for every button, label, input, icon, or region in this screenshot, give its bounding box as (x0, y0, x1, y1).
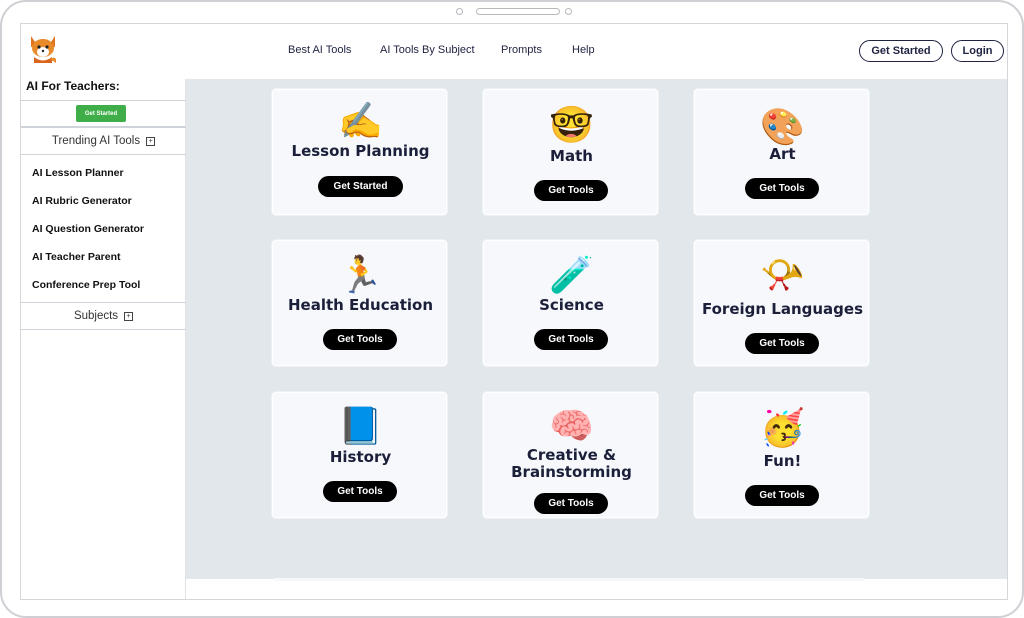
card-art[interactable]: 🎨 Art Get Tools (694, 89, 869, 215)
card-lesson-planning[interactable]: ✍️ Lesson Planning Get Started (272, 89, 447, 215)
card-math[interactable]: 🤓 Math Get Tools (483, 89, 658, 215)
card-health-education[interactable]: 🏃 Health Education Get Tools (272, 240, 447, 366)
subject-grid: ✍️ Lesson Planning Get Started 🤓 Math Ge… (186, 79, 1007, 579)
sidebar-get-started-button[interactable]: Get Started (76, 105, 126, 122)
screen: Best AI Tools AI Tools By Subject Prompt… (20, 23, 1008, 600)
device-frame: Best AI Tools AI Tools By Subject Prompt… (0, 0, 1024, 618)
sidebar-title: AI For Teachers: (26, 79, 120, 93)
get-tools-button[interactable]: Get Tools (745, 333, 819, 354)
camera-dot (456, 8, 463, 15)
get-tools-button[interactable]: Get Tools (534, 329, 608, 350)
test-tube-icon: 🧪 (549, 255, 594, 296)
sidebar-item-teacher-parent[interactable]: AI Teacher Parent (32, 251, 121, 263)
card-science[interactable]: 🧪 Science Get Tools (483, 240, 658, 366)
subjects-toggle[interactable]: Subjects + (21, 302, 186, 330)
get-tools-button[interactable]: Get Tools (745, 178, 819, 199)
sidebar-item-rubric-generator[interactable]: AI Rubric Generator (32, 195, 132, 207)
fox-logo-icon[interactable] (27, 33, 59, 65)
postal-horn-icon: 📯 (760, 255, 805, 296)
sidebar-item-lesson-planner[interactable]: AI Lesson Planner (32, 167, 124, 179)
get-tools-button[interactable]: Get Tools (534, 180, 608, 201)
book-icon: 📘 (338, 406, 383, 447)
card-title: Science (539, 296, 604, 314)
nerd-face-icon: 🤓 (549, 105, 594, 146)
get-tools-button[interactable]: Get Tools (323, 481, 397, 502)
login-button[interactable]: Login (951, 40, 1004, 62)
get-tools-button[interactable]: Get Tools (323, 329, 397, 350)
card-title: Math (550, 147, 593, 165)
card-title: Art (769, 145, 796, 163)
trending-label: Trending AI Tools (51, 135, 141, 147)
card-fun[interactable]: 🥳 Fun! Get Tools (694, 392, 869, 518)
card-title: Lesson Planning (291, 142, 430, 160)
writing-hand-icon: ✍️ (338, 101, 383, 142)
trending-ai-tools-toggle[interactable]: Trending AI Tools + (21, 127, 186, 155)
nav-ai-tools-by-subject[interactable]: AI Tools By Subject (380, 44, 475, 56)
speaker-bar (476, 8, 560, 15)
subjects-label: Subjects (73, 310, 119, 322)
nav-best-ai-tools[interactable]: Best AI Tools (288, 44, 351, 56)
sensor-dot (565, 8, 572, 15)
sidebar-item-question-generator[interactable]: AI Question Generator (32, 223, 144, 235)
party-face-icon: 🥳 (760, 408, 805, 449)
card-title: Health Education (287, 296, 434, 314)
header-get-started-button[interactable]: Get Started (859, 40, 943, 62)
runner-icon: 🏃 (338, 255, 383, 296)
expand-icon: + (124, 311, 134, 321)
top-header: Best AI Tools AI Tools By Subject Prompt… (21, 24, 1007, 79)
card-creative-brainstorming[interactable]: 🧠 Creative & Brainstorming Get Tools (483, 392, 658, 518)
card-history[interactable]: 📘 History Get Tools (272, 392, 447, 518)
card-title-line2: Brainstorming (511, 463, 632, 481)
expand-icon: + (146, 136, 156, 146)
card-title: Fun! (763, 452, 802, 470)
nav-prompts[interactable]: Prompts (501, 44, 542, 56)
get-tools-button[interactable]: Get Tools (534, 493, 608, 514)
nav-help[interactable]: Help (572, 44, 595, 56)
next-row-card-edge (274, 578, 864, 581)
get-tools-button[interactable]: Get Tools (745, 485, 819, 506)
sidebar-cta-row: Get Started (21, 100, 186, 127)
card-title: Foreign Languages (701, 300, 864, 318)
brain-icon: 🧠 (549, 406, 594, 447)
get-started-button[interactable]: Get Started (318, 176, 403, 197)
sidebar-item-conference-prep[interactable]: Conference Prep Tool (32, 279, 140, 291)
card-title-line1: Creative & (526, 446, 617, 464)
card-foreign-languages[interactable]: 📯 Foreign Languages Get Tools (694, 240, 869, 366)
sidebar: AI For Teachers: Get Started Trending AI… (21, 79, 186, 599)
card-title: History (329, 448, 392, 466)
palette-icon: 🎨 (760, 107, 805, 148)
